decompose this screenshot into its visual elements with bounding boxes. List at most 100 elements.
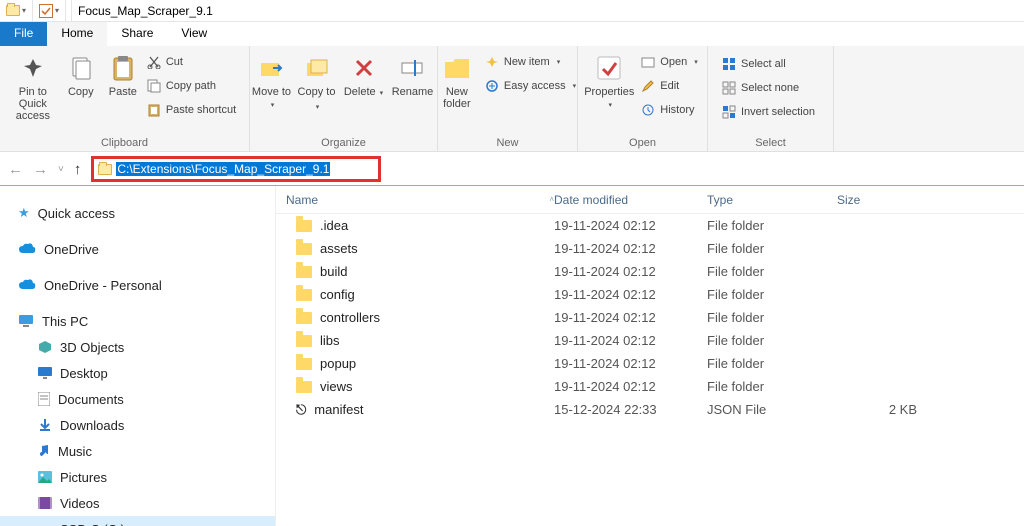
- file-date: 19-11-2024 02:12: [554, 379, 707, 394]
- folder-icon: [296, 358, 312, 370]
- history-icon: [641, 103, 655, 117]
- file-type: File folder: [707, 218, 837, 233]
- group-organize: Move to ▾ Copy to ▾ Delete ▾ Rename Orga…: [250, 46, 438, 151]
- new-item-button[interactable]: New item▾: [485, 52, 580, 72]
- file-type: File folder: [707, 241, 837, 256]
- file-type: File folder: [707, 264, 837, 279]
- nav-documents[interactable]: Documents: [0, 386, 275, 412]
- navigation-pane: ★ Quick access OneDrive OneDrive - Perso…: [0, 186, 276, 526]
- edit-icon: [641, 79, 655, 93]
- tab-share[interactable]: Share: [107, 22, 167, 46]
- nav-ssd-c[interactable]: SSD C (C:): [0, 516, 275, 526]
- recent-locations[interactable]: ˅: [58, 164, 64, 175]
- tab-home[interactable]: Home: [47, 22, 107, 46]
- new-folder-icon: [443, 56, 471, 80]
- table-row[interactable]: libs19-11-2024 02:12File folder: [276, 329, 1024, 352]
- file-date: 19-11-2024 02:12: [554, 218, 707, 233]
- back-button[interactable]: ←: [8, 161, 23, 178]
- copy-button[interactable]: Copy: [63, 50, 99, 98]
- table-row[interactable]: assets 19-11-2024 02:12File folder: [276, 237, 1024, 260]
- pin-quick-access-button[interactable]: Pin to Quick access: [9, 50, 57, 122]
- documents-icon: [38, 392, 50, 406]
- table-row[interactable]: popup19-11-2024 02:12File folder: [276, 352, 1024, 375]
- copy-icon: [68, 55, 94, 81]
- folder-icon: [296, 243, 312, 255]
- file-type: File folder: [707, 356, 837, 371]
- group-open: Properties ▾ Open▾ Edit History Open: [578, 46, 708, 151]
- copy-path-icon: [147, 79, 161, 93]
- nav-quick-access[interactable]: ★ Quick access: [0, 200, 275, 226]
- open-button[interactable]: Open▾: [641, 52, 701, 72]
- group-new: New folder New item▾ Easy access▾ New: [438, 46, 578, 151]
- easy-access-button[interactable]: Easy access▾: [485, 76, 580, 96]
- nav-this-pc[interactable]: This PC: [0, 308, 275, 334]
- checkbox-icon: [39, 4, 53, 18]
- system-menu[interactable]: ▾: [0, 0, 33, 21]
- select-none-button[interactable]: Select none: [722, 78, 819, 98]
- select-all-icon: [722, 57, 736, 71]
- properties-button[interactable]: Properties ▾: [583, 50, 635, 112]
- cloud-icon: [18, 243, 36, 255]
- file-date: 19-11-2024 02:12: [554, 241, 707, 256]
- file-name: views: [320, 379, 353, 394]
- move-to-icon: [259, 57, 285, 79]
- window-title: Focus_Map_Scraper_9.1: [72, 4, 213, 18]
- nav-pictures[interactable]: Pictures: [0, 464, 275, 490]
- new-folder-button[interactable]: New folder: [435, 50, 479, 110]
- folder-icon: [296, 220, 312, 232]
- address-bar[interactable]: C:\Extensions\Focus_Map_Scraper_9.1: [91, 156, 381, 182]
- history-button[interactable]: History: [641, 100, 701, 120]
- rename-button[interactable]: Rename: [390, 50, 436, 98]
- paste-button[interactable]: Paste: [105, 50, 141, 98]
- invert-selection-button[interactable]: Invert selection: [722, 102, 819, 122]
- nav-videos[interactable]: Videos: [0, 490, 275, 516]
- ribbon: Pin to Quick access Copy Paste Cut Copy …: [0, 46, 1024, 152]
- tab-file[interactable]: File: [0, 22, 47, 46]
- file-name: controllers: [320, 310, 380, 325]
- nav-3d-objects[interactable]: 3D Objects: [0, 334, 275, 360]
- copy-to-icon: [305, 57, 331, 79]
- copy-to-button[interactable]: Copy to ▾: [298, 50, 338, 114]
- move-to-button[interactable]: Move to ▾: [252, 50, 292, 112]
- file-type: File folder: [707, 333, 837, 348]
- col-type[interactable]: Type: [707, 193, 837, 207]
- select-none-icon: [722, 81, 736, 95]
- forward-button[interactable]: →: [33, 161, 48, 178]
- file-name: assets: [320, 241, 358, 256]
- paste-shortcut-icon: [147, 103, 161, 117]
- nav-onedrive-personal[interactable]: OneDrive - Personal: [0, 272, 275, 298]
- select-all-button[interactable]: Select all: [722, 54, 819, 74]
- pictures-icon: [38, 471, 52, 483]
- paste-shortcut-button[interactable]: Paste shortcut: [147, 100, 240, 120]
- table-row[interactable]: config19-11-2024 02:12File folder: [276, 283, 1024, 306]
- properties-icon: [596, 55, 622, 81]
- cut-button[interactable]: Cut: [147, 52, 240, 72]
- nav-onedrive[interactable]: OneDrive: [0, 236, 275, 262]
- table-row[interactable]: ⎋manifest15-12-2024 22:33JSON File2 KB: [276, 398, 1024, 421]
- table-row[interactable]: controllers19-11-2024 02:12File folder: [276, 306, 1024, 329]
- rename-icon: [401, 59, 425, 77]
- tab-view[interactable]: View: [167, 22, 221, 46]
- file-date: 19-11-2024 02:12: [554, 310, 707, 325]
- edit-button[interactable]: Edit: [641, 76, 701, 96]
- table-row[interactable]: .idea19-11-2024 02:12File folder: [276, 214, 1024, 237]
- nav-desktop[interactable]: Desktop: [0, 360, 275, 386]
- address-row: ← → ˅ ↑ C:\Extensions\Focus_Map_Scraper_…: [0, 152, 1024, 186]
- qat-properties[interactable]: ▾: [33, 0, 66, 21]
- nav-music[interactable]: Music: [0, 438, 275, 464]
- delete-icon: [354, 58, 374, 78]
- copy-path-button[interactable]: Copy path: [147, 76, 240, 96]
- file-type: File folder: [707, 379, 837, 394]
- star-icon: ★: [18, 205, 30, 221]
- file-type: JSON File: [707, 402, 837, 417]
- content-pane: Name ˄ Date modified Type Size .idea19-1…: [276, 186, 1024, 526]
- delete-button[interactable]: Delete ▾: [344, 50, 384, 100]
- col-size[interactable]: Size: [837, 193, 937, 207]
- col-date[interactable]: Date modified: [554, 193, 707, 207]
- table-row[interactable]: views 19-11-2024 02:12File folder: [276, 375, 1024, 398]
- col-name[interactable]: Name ˄: [276, 193, 554, 207]
- up-button[interactable]: ↑: [74, 161, 82, 178]
- file-size: 2 KB: [837, 402, 937, 417]
- table-row[interactable]: build19-11-2024 02:12File folder: [276, 260, 1024, 283]
- nav-downloads[interactable]: Downloads: [0, 412, 275, 438]
